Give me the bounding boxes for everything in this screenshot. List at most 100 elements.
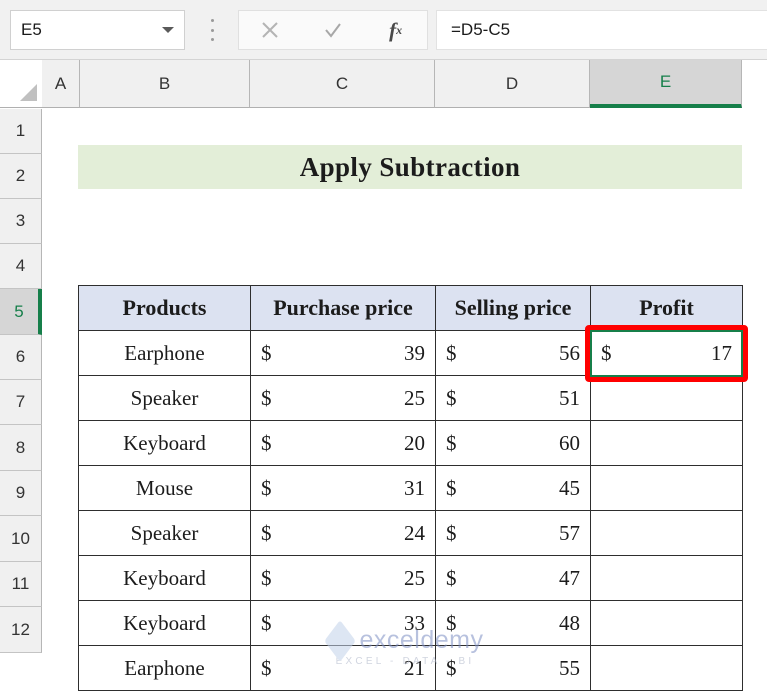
currency-symbol: $: [446, 340, 457, 365]
cell-selling-price[interactable]: $ 60: [435, 420, 591, 466]
sheet-cells: Apply Subtraction Products Purchase pric…: [43, 109, 767, 691]
spreadsheet-grid: A B C D E 1 2 3 4 5 6 7 8 9 10 11 12 App…: [0, 60, 767, 691]
cell-profit[interactable]: $ 17: [590, 330, 743, 376]
cell-profit[interactable]: [590, 375, 743, 421]
select-all-triangle-icon: [20, 84, 37, 101]
cell-product[interactable]: Speaker: [78, 510, 251, 556]
vertical-dots-icon[interactable]: [205, 17, 219, 43]
column-header-selling-price[interactable]: Selling price: [435, 285, 591, 331]
column-header-d[interactable]: D: [435, 60, 590, 108]
column-header-products[interactable]: Products: [78, 285, 251, 331]
amount: 39: [404, 340, 425, 365]
amount: 47: [559, 565, 580, 590]
currency-symbol: $: [261, 430, 272, 455]
currency-symbol: $: [261, 340, 272, 365]
cell-purchase-price[interactable]: $ 21: [250, 645, 436, 691]
amount: 25: [404, 565, 425, 590]
table-row: Earphone $ 39 $ 56 $ 17: [78, 330, 743, 376]
chevron-down-icon[interactable]: [162, 27, 174, 33]
cell-profit[interactable]: [590, 645, 743, 691]
currency-symbol: $: [446, 385, 457, 410]
table-header-row: Products Purchase price Selling price Pr…: [78, 285, 743, 331]
row-header-4[interactable]: 4: [0, 244, 42, 289]
select-all-corner[interactable]: [0, 60, 42, 108]
column-header-e[interactable]: E: [590, 60, 742, 108]
cell-purchase-price[interactable]: $ 31: [250, 465, 436, 511]
cell-selling-price[interactable]: $ 45: [435, 465, 591, 511]
column-header-strip: A B C D E: [0, 60, 767, 108]
cell-purchase-price[interactable]: $ 25: [250, 375, 436, 421]
amount: 21: [404, 655, 425, 680]
page-title: Apply Subtraction: [299, 151, 521, 182]
column-header-purchase-price[interactable]: Purchase price: [250, 285, 436, 331]
currency-symbol: $: [261, 385, 272, 410]
cell-product[interactable]: Speaker: [78, 375, 251, 421]
cell-purchase-price[interactable]: $ 39: [250, 330, 436, 376]
cell-product[interactable]: Mouse: [78, 465, 251, 511]
cell-profit[interactable]: [590, 600, 743, 646]
cell-product[interactable]: Keyboard: [78, 420, 251, 466]
row-header-8[interactable]: 8: [0, 425, 42, 471]
cell-profit[interactable]: [590, 555, 743, 601]
row-header-3[interactable]: 3: [0, 199, 42, 244]
row-header-1[interactable]: 1: [0, 109, 42, 154]
column-header-b[interactable]: B: [80, 60, 250, 108]
cell-product[interactable]: Keyboard: [78, 600, 251, 646]
column-header-c[interactable]: C: [250, 60, 435, 108]
cell-purchase-price[interactable]: $ 20: [250, 420, 436, 466]
currency-symbol: $: [446, 520, 457, 545]
amount: 33: [404, 610, 425, 635]
table-row: Mouse $ 31 $ 45: [78, 465, 743, 511]
column-header-profit[interactable]: Profit: [590, 285, 743, 331]
cell-profit[interactable]: [590, 420, 743, 466]
column-header-a[interactable]: A: [42, 60, 80, 108]
cell-purchase-price[interactable]: $ 25: [250, 555, 436, 601]
row-header-6[interactable]: 6: [0, 335, 42, 380]
amount: 57: [559, 520, 580, 545]
cell-product[interactable]: Earphone: [78, 645, 251, 691]
currency-symbol: $: [446, 610, 457, 635]
row-header-11[interactable]: 11: [0, 562, 42, 607]
cell-selling-price[interactable]: $ 57: [435, 510, 591, 556]
name-box[interactable]: E5: [10, 10, 185, 50]
currency-symbol: $: [601, 340, 612, 365]
fx-icon[interactable]: fx: [364, 11, 427, 49]
row-header-10[interactable]: 10: [0, 516, 42, 562]
currency-symbol: $: [261, 610, 272, 635]
amount: 51: [559, 385, 580, 410]
formula-bar-area: E5 fx =D5-C5: [0, 0, 767, 60]
currency-symbol: $: [261, 655, 272, 680]
cell-selling-price[interactable]: $ 48: [435, 600, 591, 646]
currency-symbol: $: [446, 475, 457, 500]
cell-product[interactable]: Keyboard: [78, 555, 251, 601]
sheet-title-cell[interactable]: Apply Subtraction: [78, 145, 742, 189]
cell-purchase-price[interactable]: $ 24: [250, 510, 436, 556]
currency-symbol: $: [446, 565, 457, 590]
row-header-7[interactable]: 7: [0, 380, 42, 425]
table-row: Keyboard $ 25 $ 47: [78, 555, 743, 601]
row-header-9[interactable]: 9: [0, 471, 42, 516]
close-icon[interactable]: [239, 11, 302, 49]
formula-input[interactable]: =D5-C5: [436, 10, 767, 50]
amount: 31: [404, 475, 425, 500]
fx-sublabel: x: [396, 22, 403, 37]
currency-symbol: $: [446, 655, 457, 680]
cell-product[interactable]: Earphone: [78, 330, 251, 376]
table-row: Speaker $ 24 $ 57: [78, 510, 743, 556]
amount: 20: [404, 430, 425, 455]
cell-selling-price[interactable]: $ 47: [435, 555, 591, 601]
row-header-5[interactable]: 5: [0, 289, 42, 335]
check-icon[interactable]: [302, 11, 365, 49]
amount: 17: [711, 340, 732, 365]
table-row: Keyboard $ 33 $ 48: [78, 600, 743, 646]
cell-selling-price[interactable]: $ 55: [435, 645, 591, 691]
cell-selling-price[interactable]: $ 51: [435, 375, 591, 421]
currency-symbol: $: [261, 475, 272, 500]
dot: [210, 19, 214, 22]
row-header-2[interactable]: 2: [0, 154, 42, 199]
cell-purchase-price[interactable]: $ 33: [250, 600, 436, 646]
cell-profit[interactable]: [590, 465, 743, 511]
cell-selling-price[interactable]: $ 56: [435, 330, 591, 376]
row-header-12[interactable]: 12: [0, 607, 42, 653]
cell-profit[interactable]: [590, 510, 743, 556]
